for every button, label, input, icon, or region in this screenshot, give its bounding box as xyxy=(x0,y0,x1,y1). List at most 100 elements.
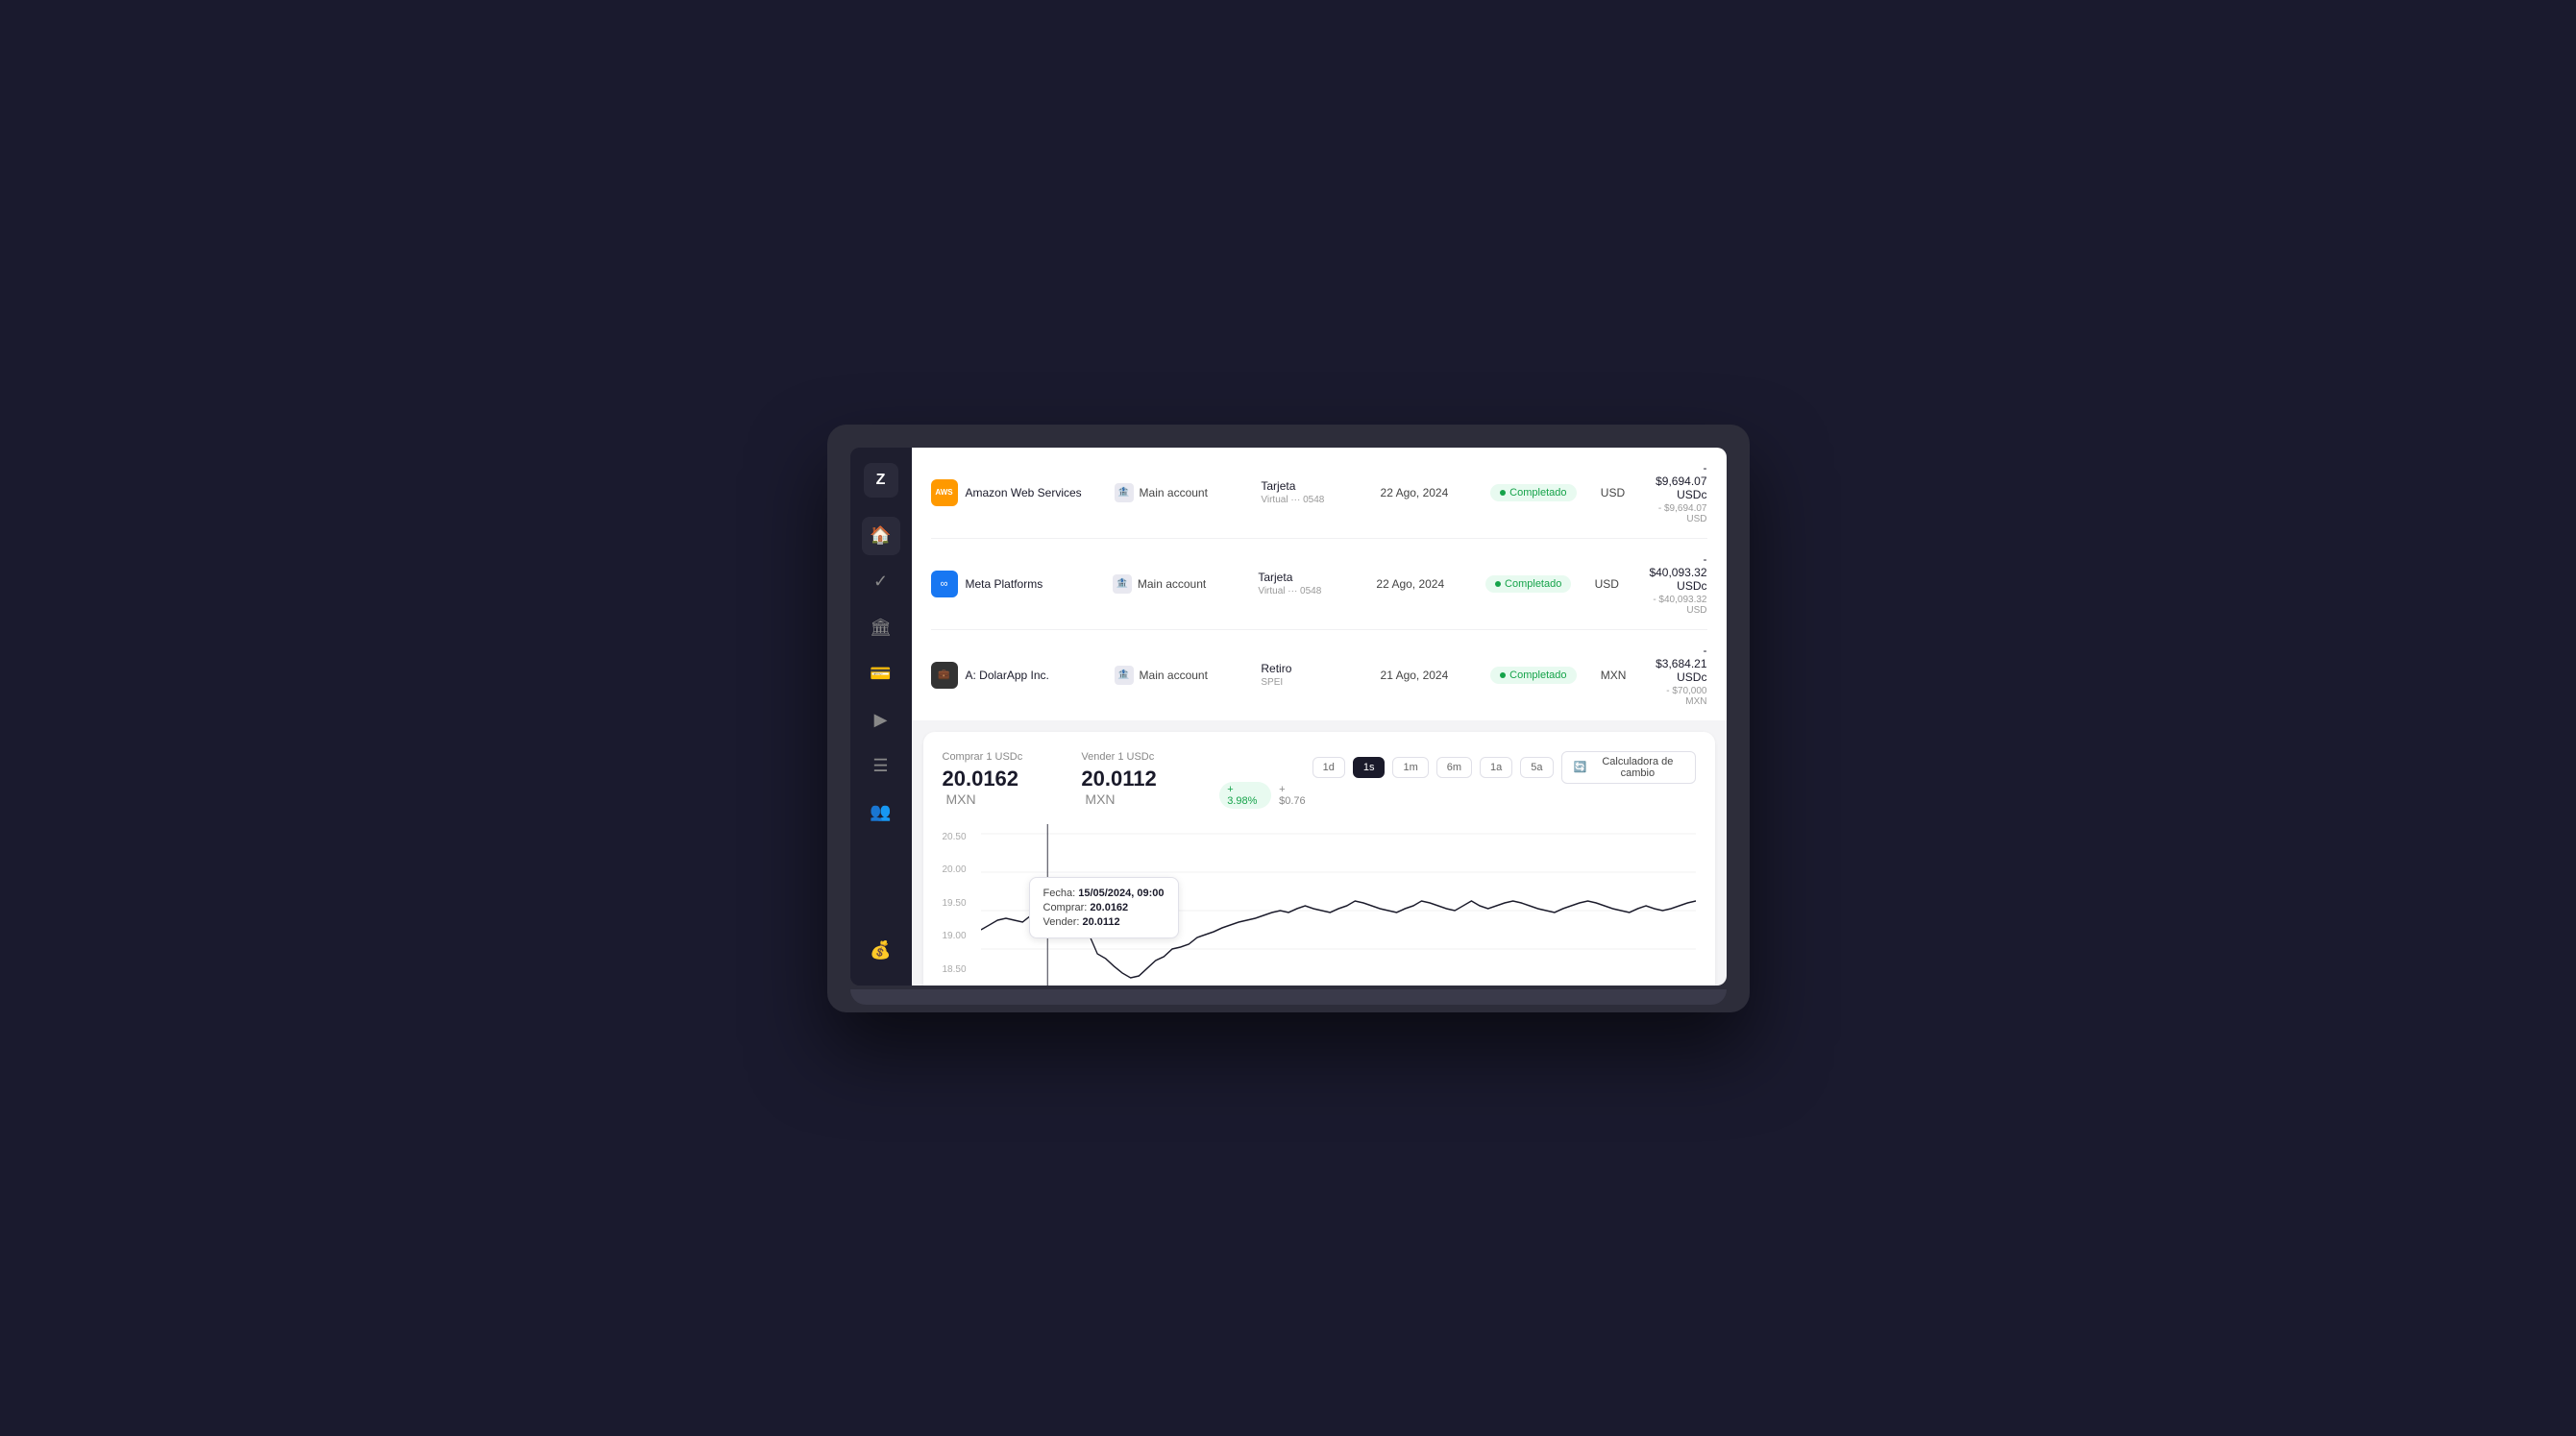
amount-secondary: - $70,000 MXN xyxy=(1656,686,1706,707)
account-name: Main account xyxy=(1138,577,1206,591)
sidebar-item-home[interactable]: 🏠 xyxy=(862,517,900,555)
amount-primary: - $3,684.21 USDc xyxy=(1656,644,1706,684)
amount-col: - $3,684.21 USDc - $70,000 MXN xyxy=(1656,644,1706,707)
card-icon: 💳 xyxy=(870,664,891,684)
tooltip-buy-row: Comprar: 20.0162 xyxy=(1043,902,1165,913)
status-dot xyxy=(1495,581,1501,587)
send-icon: ▶ xyxy=(874,710,888,730)
amount-primary: - $9,694.07 USDc xyxy=(1656,461,1706,501)
amount-secondary: - $40,093.32 USD xyxy=(1649,595,1706,616)
payment-detail: SPEI xyxy=(1261,677,1380,688)
users-icon: 👥 xyxy=(870,802,891,822)
account-icon: 🏦 xyxy=(1115,666,1134,685)
account-icon: 🏦 xyxy=(1113,574,1132,594)
buy-value: 20.0162 xyxy=(943,767,1019,791)
chart-tooltip: Fecha: 15/05/2024, 09:00 Comprar: 20.016… xyxy=(1029,877,1179,938)
merchant-col: AWS Amazon Web Services xyxy=(931,479,1115,506)
sidebar-item-card[interactable]: 💳 xyxy=(862,655,900,694)
payment-type: Tarjeta xyxy=(1261,479,1380,493)
currency-col: USD xyxy=(1595,577,1650,591)
account-col: 🏦 Main account xyxy=(1115,666,1262,685)
sell-label: Vender 1 USDc xyxy=(1081,751,1189,763)
account-col: 🏦 Main account xyxy=(1113,574,1258,594)
amount-primary: - $40,093.32 USDc xyxy=(1649,552,1706,593)
payment-type: Retiro xyxy=(1261,662,1380,675)
merchant-name: Amazon Web Services xyxy=(966,486,1082,499)
bank-icon: 🏛 xyxy=(870,618,892,638)
tooltip-date-row: Fecha: 15/05/2024, 09:00 xyxy=(1043,888,1165,899)
list-icon: ☰ xyxy=(872,756,888,776)
buy-value-row: 20.0162 MXN xyxy=(943,767,1051,809)
status-col: Completado xyxy=(1490,483,1601,501)
sidebar-item-send[interactable]: ▶ xyxy=(862,701,900,740)
status-badge: Completado xyxy=(1490,667,1576,684)
table-row: AWS Amazon Web Services 🏦 Main account T… xyxy=(931,448,1707,539)
payment-detail: Virtual ··· 0548 xyxy=(1258,586,1376,596)
exchange-section: Comprar 1 USDc 20.0162 MXN Vender 1 USDc… xyxy=(923,732,1715,986)
wallet-icon: 💰 xyxy=(870,940,891,961)
status-badge: Completado xyxy=(1490,484,1576,501)
laptop-shell: Z 🏠 ✓ 🏛 💳 ▶ ☰ 👥 💰 xyxy=(827,425,1750,1012)
date-col: 22 Ago, 2024 xyxy=(1381,486,1491,499)
account-icon: 🏦 xyxy=(1115,483,1134,502)
status-badge: Completado xyxy=(1485,575,1571,593)
exchange-rates: Comprar 1 USDc 20.0162 MXN Vender 1 USDc… xyxy=(943,751,1313,809)
status-dot xyxy=(1500,490,1506,496)
amount-col: - $40,093.32 USDc - $40,093.32 USD xyxy=(1649,552,1706,616)
amount-col: - $9,694.07 USDc - $9,694.07 USD xyxy=(1656,461,1706,524)
account-name: Main account xyxy=(1140,669,1208,682)
table-row: 💼 A: DolarApp Inc. 🏦 Main account Retiro… xyxy=(931,630,1707,720)
calculator-button[interactable]: 🔄 Calculadora de cambio xyxy=(1561,751,1696,784)
sidebar: Z 🏠 ✓ 🏛 💳 ▶ ☰ 👥 💰 xyxy=(850,448,912,986)
y-label-5: 18.50 xyxy=(943,964,981,975)
status-col: Completado xyxy=(1485,574,1595,593)
exchange-controls: 1d 1s 1m 6m 1a 5a 🔄 Calculadora de cambi… xyxy=(1313,751,1696,784)
payment-detail: Virtual ··· 0548 xyxy=(1261,495,1380,505)
laptop-screen: Z 🏠 ✓ 🏛 💳 ▶ ☰ 👥 💰 xyxy=(850,448,1727,986)
time-btn-1a[interactable]: 1a xyxy=(1480,757,1512,778)
time-btn-5a[interactable]: 5a xyxy=(1520,757,1553,778)
payment-col: Retiro SPEI xyxy=(1261,662,1380,688)
rate-change-abs: + $0.76 xyxy=(1279,784,1313,807)
y-label-1: 20.50 xyxy=(943,832,981,842)
y-label-4: 19.00 xyxy=(943,931,981,941)
transactions-section: AWS Amazon Web Services 🏦 Main account T… xyxy=(912,448,1727,720)
merchant-name: Meta Platforms xyxy=(966,577,1043,591)
time-btn-1s[interactable]: 1s xyxy=(1353,757,1386,778)
sell-value-row: 20.0112 MXN xyxy=(1081,767,1189,809)
sidebar-item-check[interactable]: ✓ xyxy=(862,563,900,601)
exchange-header: Comprar 1 USDc 20.0162 MXN Vender 1 USDc… xyxy=(943,751,1696,809)
time-btn-1m[interactable]: 1m xyxy=(1392,757,1428,778)
sell-currency: MXN xyxy=(1085,791,1115,807)
sidebar-item-bank[interactable]: 🏛 xyxy=(862,609,900,647)
amount-secondary: - $9,694.07 USD xyxy=(1656,503,1706,524)
status-dot xyxy=(1500,672,1506,678)
merchant-col: 💼 A: DolarApp Inc. xyxy=(931,662,1115,689)
meta-icon: ∞ xyxy=(931,571,958,597)
sidebar-item-list[interactable]: ☰ xyxy=(862,747,900,786)
main-content: AWS Amazon Web Services 🏦 Main account T… xyxy=(912,448,1727,986)
table-row: ∞ Meta Platforms 🏦 Main account Tarjeta … xyxy=(931,539,1707,630)
status-col: Completado xyxy=(1490,666,1601,684)
app-logo: Z xyxy=(864,463,898,498)
payment-type: Tarjeta xyxy=(1258,571,1376,584)
tooltip-sell-row: Vender: 20.0112 xyxy=(1043,916,1165,928)
rate-change-pct: + 3.98% xyxy=(1219,782,1271,809)
payment-col: Tarjeta Virtual ··· 0548 xyxy=(1261,479,1380,505)
aws-icon: AWS xyxy=(931,479,958,506)
buy-rate: Comprar 1 USDc 20.0162 MXN xyxy=(943,751,1051,809)
buy-label: Comprar 1 USDc xyxy=(943,751,1051,763)
y-label-2: 20.00 xyxy=(943,864,981,875)
merchant-col: ∞ Meta Platforms xyxy=(931,571,1113,597)
sell-rate: Vender 1 USDc 20.0112 MXN xyxy=(1081,751,1189,809)
date-col: 21 Ago, 2024 xyxy=(1381,669,1491,682)
time-btn-1d[interactable]: 1d xyxy=(1313,757,1345,778)
calculator-icon: 🔄 xyxy=(1574,761,1587,773)
currency-col: MXN xyxy=(1601,669,1656,682)
dolarapp-icon: 💼 xyxy=(931,662,958,689)
sidebar-item-users[interactable]: 👥 xyxy=(862,793,900,832)
sidebar-item-wallet[interactable]: 💰 xyxy=(862,932,900,970)
date-col: 22 Ago, 2024 xyxy=(1376,577,1485,591)
home-icon: 🏠 xyxy=(870,525,891,546)
time-btn-6m[interactable]: 6m xyxy=(1436,757,1472,778)
